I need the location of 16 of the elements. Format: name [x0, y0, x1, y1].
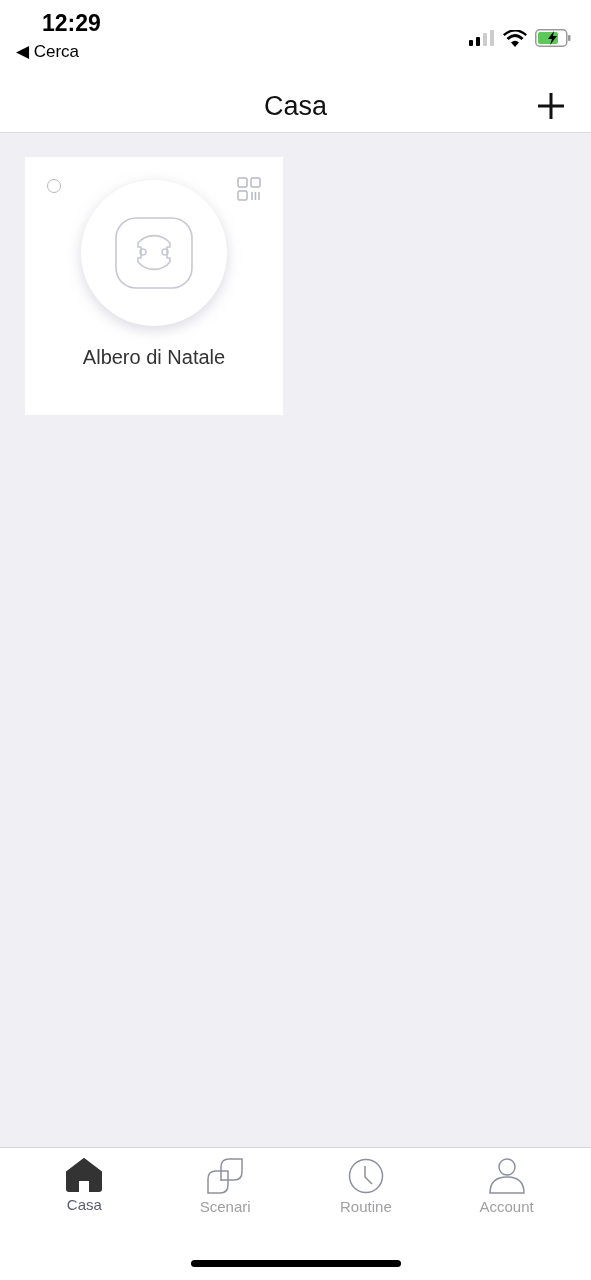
clock-icon — [347, 1158, 384, 1194]
power-socket-icon — [114, 216, 194, 290]
back-link[interactable]: ◀ Cerca — [16, 41, 80, 62]
person-icon — [488, 1158, 525, 1194]
clock-time: 12:29 — [42, 10, 101, 37]
add-button[interactable] — [537, 92, 565, 120]
device-name: Albero di Natale — [82, 346, 226, 369]
home-icon — [66, 1158, 103, 1192]
screen-title: Casa — [264, 90, 327, 122]
overlapping-squares-icon — [206, 1158, 245, 1194]
signal-icon — [469, 30, 495, 46]
tab-bar-item[interactable]: Casa — [29, 1158, 140, 1215]
wifi-icon — [503, 29, 527, 47]
battery-icon — [535, 29, 571, 47]
qr-code-icon[interactable] — [237, 177, 263, 201]
device-card[interactable]: Albero di Natale — [25, 157, 283, 415]
